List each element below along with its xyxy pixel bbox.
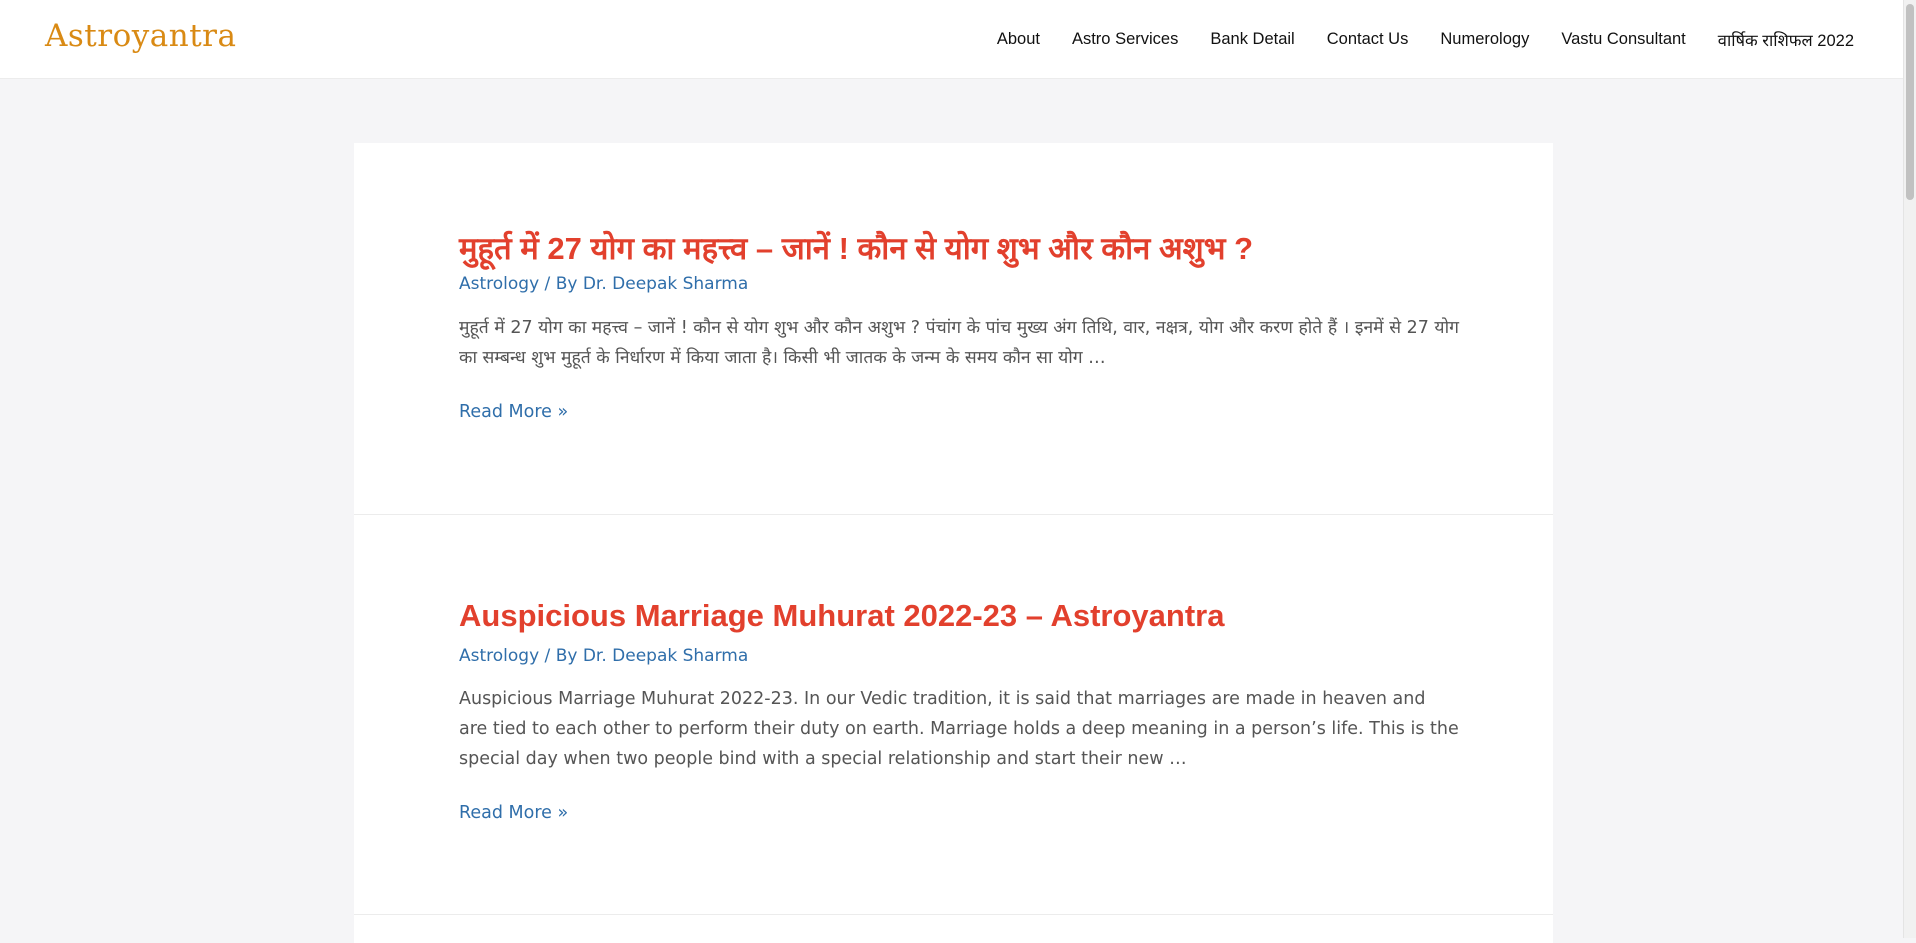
post-excerpt: Auspicious Marriage Muhurat 2022-23. In … — [459, 689, 1459, 769]
post-excerpt: मुहूर्त में 27 योग का महत्त्व – जानें ! … — [459, 318, 1459, 368]
nav-bank-detail[interactable]: Bank Detail — [1210, 30, 1294, 49]
nav-astro-services[interactable]: Astro Services — [1072, 30, 1178, 49]
scrollbar-thumb[interactable] — [1906, 4, 1914, 200]
posts-container: मुहूर्त में 27 योग का महत्त्व – जानें ! … — [354, 143, 1553, 943]
nav-rashifal-2022[interactable]: वार्षिक राशिफल 2022 — [1718, 28, 1854, 51]
post-title[interactable]: मुहूर्त में 27 योग का महत्त्व – जानें ! … — [459, 227, 1253, 269]
post-card: Auspicious Marriage Muhurat 2022-23 – As… — [354, 515, 1553, 915]
main-nav: About Astro Services Bank Detail Contact… — [965, 0, 1854, 78]
post-meta: Astrology / By Dr. Deepak Sharma — [459, 646, 748, 666]
post-meta-separator: / By — [539, 646, 583, 666]
post-divider — [354, 914, 1553, 915]
read-more-link[interactable]: Read More » — [459, 402, 568, 422]
nav-vastu-consultant[interactable]: Vastu Consultant — [1561, 30, 1685, 49]
nav-about[interactable]: About — [997, 30, 1040, 49]
post-meta: Astrology / By Dr. Deepak Sharma — [459, 274, 748, 294]
site-logo[interactable]: Astroyantra — [45, 14, 236, 58]
read-more-link[interactable]: Read More » — [459, 803, 568, 823]
page-scrollbar[interactable] — [1903, 0, 1916, 938]
post-meta-separator: / By — [539, 274, 583, 294]
post-category-link[interactable]: Astrology — [459, 274, 539, 294]
nav-numerology[interactable]: Numerology — [1440, 30, 1529, 49]
post-card: मुहूर्त में 27 योग का महत्त्व – जानें ! … — [354, 143, 1553, 514]
site-header: Astroyantra About Astro Services Bank De… — [0, 0, 1904, 79]
post-title[interactable]: Auspicious Marriage Muhurat 2022-23 – As… — [459, 598, 1224, 634]
post-author-link[interactable]: Dr. Deepak Sharma — [583, 274, 748, 294]
post-author-link[interactable]: Dr. Deepak Sharma — [583, 646, 748, 666]
nav-contact-us[interactable]: Contact Us — [1327, 30, 1409, 49]
post-category-link[interactable]: Astrology — [459, 646, 539, 666]
